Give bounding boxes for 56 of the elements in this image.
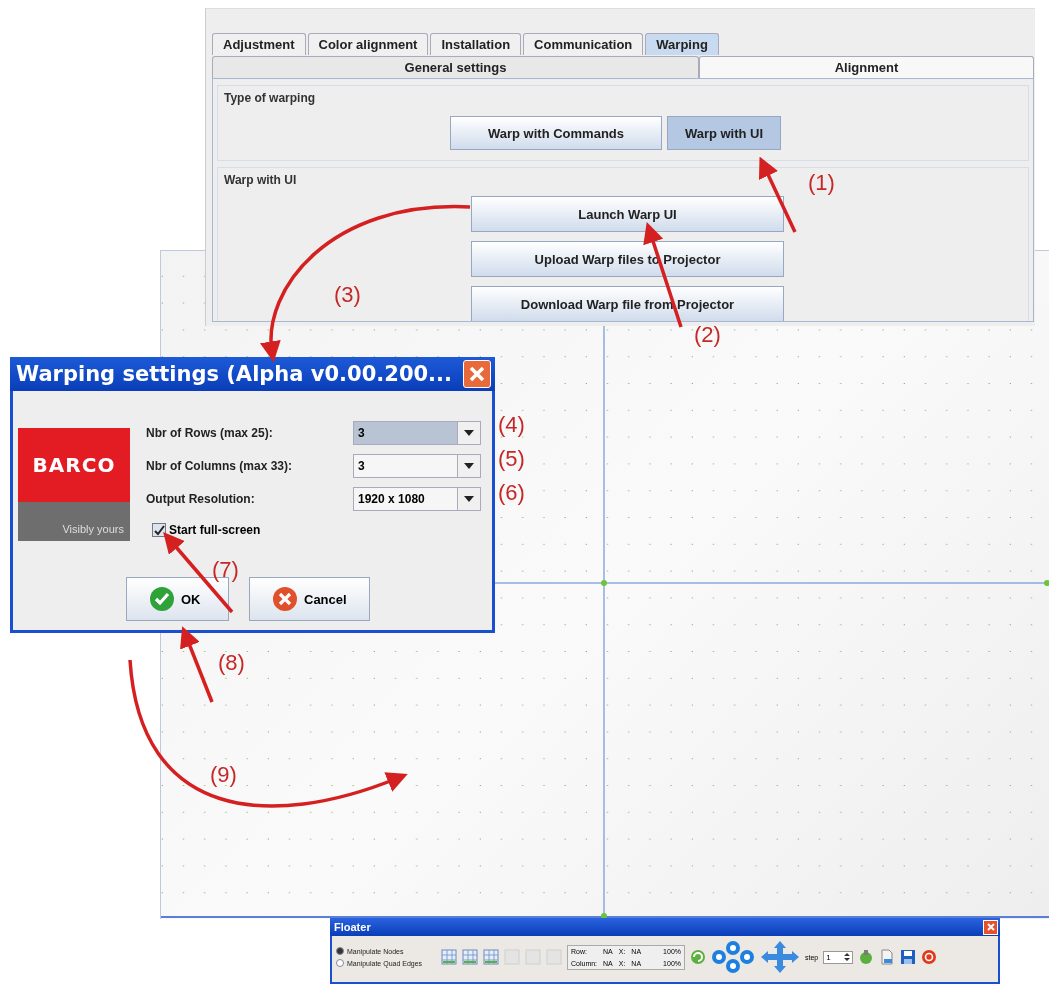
spinner-arrows-icon bbox=[844, 953, 851, 961]
tab[interactable]: Warping bbox=[645, 33, 719, 55]
stop-icon[interactable] bbox=[921, 949, 938, 965]
step-number-label: (6) bbox=[498, 480, 525, 506]
step-spinner[interactable]: 1 bbox=[823, 950, 854, 964]
field-label: Nbr of Rows (max 25): bbox=[146, 425, 273, 440]
grid-icon[interactable] bbox=[462, 949, 478, 965]
action-button[interactable]: Download Warp file from Projector bbox=[471, 286, 784, 321]
step-number-label: (4) bbox=[498, 412, 525, 438]
close-icon bbox=[467, 364, 487, 384]
field-label: Output Resolution: bbox=[146, 491, 255, 506]
tab[interactable]: Installation bbox=[430, 33, 522, 55]
grid-icon[interactable] bbox=[483, 949, 499, 965]
node-navigation-icon[interactable] bbox=[711, 940, 755, 974]
close-button[interactable] bbox=[983, 919, 998, 935]
caret-icon bbox=[464, 495, 474, 502]
checkbox[interactable] bbox=[152, 523, 166, 537]
cancel-icon bbox=[272, 586, 298, 612]
tab[interactable]: Color alignment bbox=[307, 33, 429, 55]
dropdown-field[interactable]: 3 bbox=[353, 420, 481, 445]
action-button[interactable]: Launch Warp UI bbox=[471, 196, 784, 232]
save-icon[interactable] bbox=[900, 949, 917, 965]
caret-icon bbox=[464, 429, 474, 436]
document-icon[interactable] bbox=[879, 949, 896, 965]
group-title: Warp with UI bbox=[224, 173, 297, 187]
cancel-button[interactable]: Cancel bbox=[249, 577, 370, 621]
subtab[interactable]: General settings bbox=[212, 56, 699, 78]
checkbox-label: Start full-screen bbox=[169, 523, 261, 537]
logo-wordmark: BARCO bbox=[32, 453, 116, 477]
window-title: Warping settings (Alpha v0.00.200... bbox=[16, 362, 453, 386]
window-title: Floater bbox=[334, 921, 371, 933]
step-number-label: (5) bbox=[498, 446, 525, 472]
tab[interactable]: Adjustment bbox=[212, 33, 306, 55]
step-number-label: (9) bbox=[210, 762, 237, 788]
subtab[interactable]: Alignment bbox=[699, 56, 1034, 78]
close-icon bbox=[985, 922, 996, 932]
grid-icon[interactable] bbox=[441, 949, 457, 965]
close-button[interactable] bbox=[463, 360, 491, 388]
radio-button[interactable] bbox=[336, 947, 344, 955]
refresh-icon[interactable] bbox=[690, 949, 706, 965]
group-title: Type of warping bbox=[224, 91, 316, 105]
logo-tagline: Visibly yours bbox=[62, 523, 124, 535]
tab[interactable]: Communication bbox=[523, 33, 644, 55]
step-number-label: (8) bbox=[218, 650, 245, 676]
step-number-label: (2) bbox=[694, 322, 721, 348]
step-number-label: (3) bbox=[334, 282, 361, 308]
dropdown-field[interactable]: 1920 x 1080 bbox=[353, 486, 481, 511]
warp-type-button[interactable]: Warp with UI bbox=[667, 116, 781, 150]
dropdown-field[interactable]: 3 bbox=[353, 453, 481, 478]
warp-type-button[interactable]: Warp with Commands bbox=[450, 116, 662, 150]
step-number-label: (1) bbox=[808, 170, 835, 196]
radio-button[interactable] bbox=[336, 959, 344, 967]
checkmark-icon bbox=[149, 586, 175, 612]
arrow-keys-icon[interactable] bbox=[760, 940, 800, 974]
caret-icon bbox=[464, 462, 474, 469]
field-label: Nbr of Columns (max 33): bbox=[146, 458, 292, 473]
